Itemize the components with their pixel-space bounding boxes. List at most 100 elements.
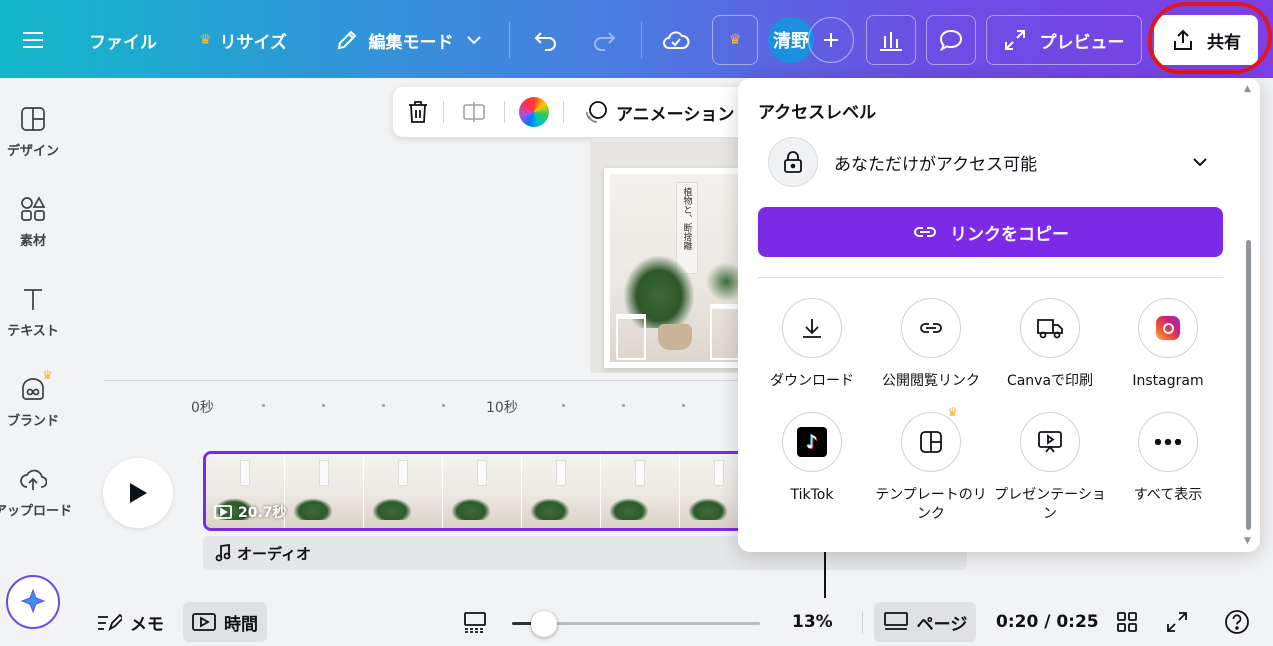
scrollbar[interactable] xyxy=(1246,240,1251,530)
chevron-down-icon xyxy=(1193,158,1207,167)
magic-assistant-button[interactable] xyxy=(6,575,60,629)
share-option-instagram[interactable]: Instagram xyxy=(1108,298,1228,391)
basket-graphic xyxy=(658,324,692,350)
preview-button[interactable]: プレビュー xyxy=(986,15,1142,65)
share-option-tiktok[interactable]: ♪ TikTok xyxy=(752,412,872,505)
split-button[interactable] xyxy=(444,101,504,123)
trash-icon xyxy=(409,101,427,123)
design-canvas[interactable]: 植物と、断捨離 xyxy=(590,138,740,373)
edit-mode-dropdown[interactable]: 編集モード xyxy=(326,15,490,65)
file-menu-label: ファイル xyxy=(89,32,157,53)
premium-crown-icon: ♛ xyxy=(198,32,212,48)
insights-button[interactable] xyxy=(866,15,916,65)
clip-duration: 20.7秒 xyxy=(214,502,287,522)
grid-view-button[interactable] xyxy=(1116,602,1138,642)
timer-button[interactable]: 時間 xyxy=(183,602,267,642)
playhead[interactable] xyxy=(824,550,826,598)
cloud-save-status[interactable] xyxy=(654,15,698,65)
share-option-label: 公開閲覧リンク xyxy=(882,373,980,389)
clip-frame xyxy=(443,454,522,528)
video-icon xyxy=(214,505,232,519)
scroll-up-arrow[interactable]: ▲ xyxy=(1244,84,1251,94)
help-button[interactable] xyxy=(1224,602,1250,642)
timer-icon xyxy=(192,613,216,631)
sidebar-item-brand[interactable]: ♛ ブランド xyxy=(0,354,66,434)
elements-icon xyxy=(21,196,46,221)
share-option-label: プレゼンテーション xyxy=(994,487,1106,522)
sidebar-item-text[interactable]: テキスト xyxy=(0,264,66,344)
file-menu[interactable]: ファイル xyxy=(80,15,166,65)
redo-icon xyxy=(594,32,616,51)
add-collaborator-button[interactable] xyxy=(808,17,854,63)
clip-frame xyxy=(522,454,601,528)
divider xyxy=(862,612,863,634)
avatar-label: 清野 xyxy=(773,31,809,52)
undo-icon xyxy=(534,32,556,51)
upload-share-icon xyxy=(1174,29,1192,50)
undo-button[interactable] xyxy=(524,15,568,65)
notes-label: メモ xyxy=(130,614,164,635)
share-panel: アクセスレベル あなただけがアクセス可能 リンクをコピー ダウンロード 公開閲覧… xyxy=(738,78,1260,552)
share-option-label: テンプレートのリンク xyxy=(875,487,987,522)
fullscreen-icon xyxy=(1167,612,1187,632)
timer-label: 時間 xyxy=(224,614,258,635)
instagram-icon xyxy=(1138,298,1198,358)
sidebar-item-upload[interactable]: アップロード xyxy=(0,444,72,524)
copy-link-button[interactable]: リンクをコピー xyxy=(758,207,1223,257)
share-option-public-link[interactable]: 公開閲覧リンク xyxy=(871,298,991,391)
time-tick xyxy=(622,404,625,407)
color-wheel-icon xyxy=(519,97,549,127)
stool-graphic xyxy=(616,314,646,360)
edit-mode-label: 編集モード xyxy=(368,32,454,53)
premium-crown-icon: ♛ xyxy=(947,405,958,419)
design-image[interactable]: 植物と、断捨離 xyxy=(604,168,740,368)
share-button[interactable]: 共有 xyxy=(1154,15,1258,65)
share-option-template-link[interactable]: ♛ テンプレートのリンク xyxy=(871,405,991,524)
play-button[interactable] xyxy=(103,458,173,528)
zoom-level[interactable]: 13% xyxy=(792,602,833,642)
timeline-divider xyxy=(104,380,740,381)
redo-button[interactable] xyxy=(582,15,626,65)
element-toolbar: アニメーション xyxy=(393,87,753,137)
access-level-title: アクセスレベル xyxy=(758,103,877,123)
pages-button[interactable]: ページ xyxy=(874,602,976,642)
sidebar-item-elements[interactable]: 素材 xyxy=(0,174,66,254)
zoom-level-label: 13% xyxy=(792,612,833,632)
resize-button[interactable]: ♛ リサイズ xyxy=(188,15,298,65)
divider xyxy=(563,101,564,123)
menu-button[interactable] xyxy=(12,15,54,65)
access-level-dropdown[interactable]: あなただけがアクセス可能 xyxy=(768,136,1208,188)
color-picker-button[interactable] xyxy=(505,97,563,127)
time-tick-label: 10秒 xyxy=(486,400,518,416)
hamburger-icon xyxy=(23,32,43,48)
audio-track-label: オーディオ xyxy=(237,544,311,563)
sidebar-item-design[interactable]: デザイン xyxy=(0,84,66,164)
delete-button[interactable] xyxy=(393,100,443,124)
preview-label: プレビュー xyxy=(1039,32,1125,53)
zoom-slider-thumb[interactable] xyxy=(531,611,557,637)
share-option-download[interactable]: ダウンロード xyxy=(752,298,872,391)
time-tick-label: 0秒 xyxy=(191,400,214,416)
notes-button[interactable]: メモ xyxy=(96,602,164,642)
truck-icon xyxy=(1020,298,1080,358)
scroll-down-arrow[interactable]: ▼ xyxy=(1244,536,1251,546)
time-tick xyxy=(322,404,325,407)
share-option-label: Canvaで印刷 xyxy=(1006,373,1094,389)
share-option-presentation[interactable]: プレゼンテーション xyxy=(990,412,1110,524)
time-tick xyxy=(562,404,565,407)
page-view-toggle[interactable] xyxy=(463,602,487,642)
animation-label: アニメーション xyxy=(616,104,735,125)
clip-frame xyxy=(601,454,680,528)
share-option-label: TikTok xyxy=(790,487,834,503)
share-option-see-all[interactable]: すべて表示 xyxy=(1108,412,1228,505)
share-option-print[interactable]: Canvaで印刷 xyxy=(990,298,1110,391)
fullscreen-button[interactable] xyxy=(1166,602,1188,642)
time-tick xyxy=(442,404,445,407)
chevron-down-icon xyxy=(466,36,481,45)
video-clip-track[interactable]: 20.7秒 xyxy=(203,451,763,531)
play-icon xyxy=(130,483,147,503)
animation-button[interactable]: アニメーション xyxy=(584,99,734,125)
comments-button[interactable] xyxy=(926,15,976,65)
presentation-icon xyxy=(1020,412,1080,472)
premium-button[interactable]: ♛ xyxy=(712,15,758,65)
